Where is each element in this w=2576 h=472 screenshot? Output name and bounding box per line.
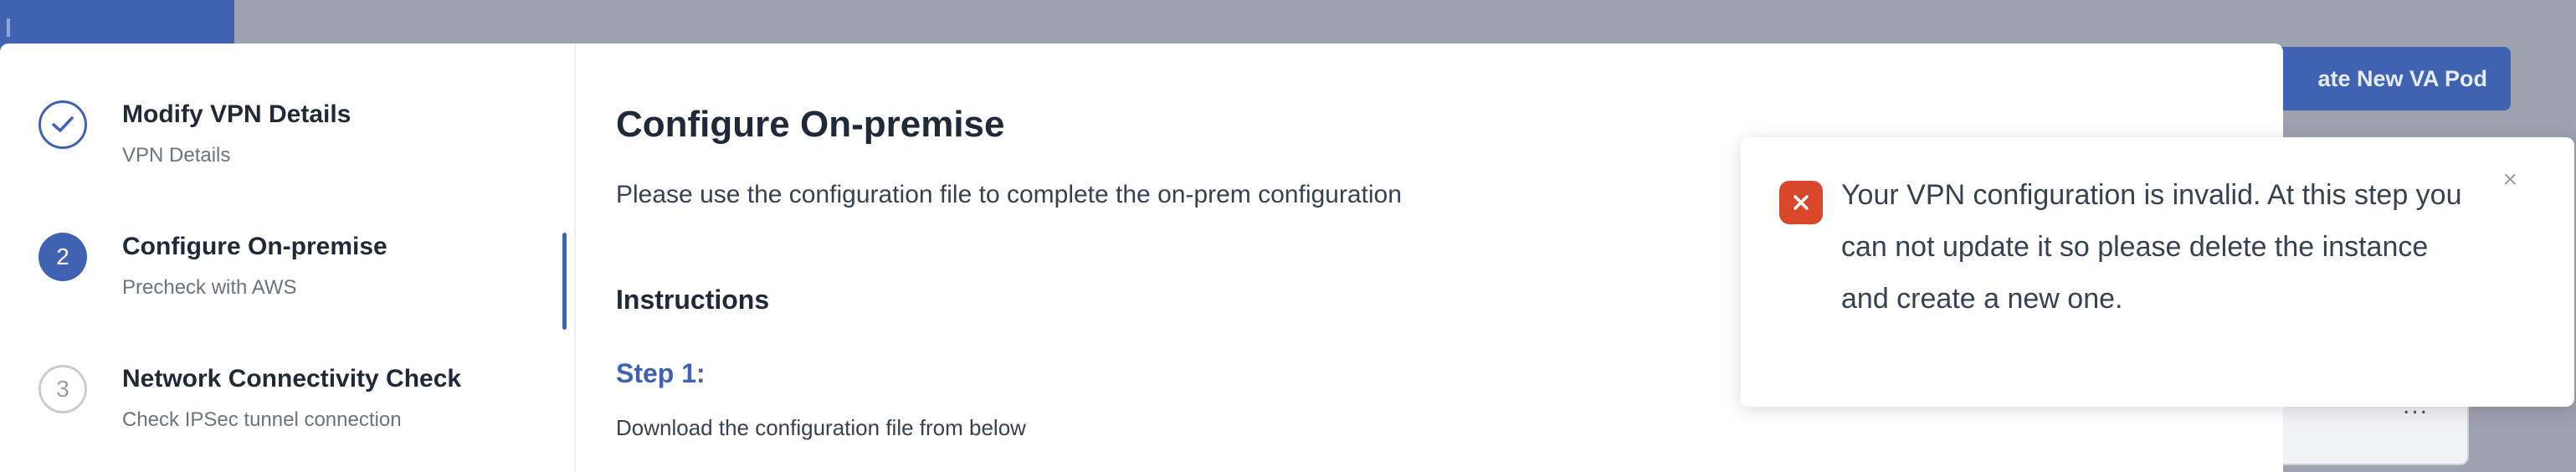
sidebar-glyph (7, 18, 10, 37)
step-modify-vpn-details[interactable]: Modify VPN Details VPN Details (38, 100, 351, 167)
step-heading: Step 1: (616, 358, 706, 388)
instructions-heading: Instructions (616, 285, 770, 315)
wizard-steps: Modify VPN Details VPN Details 2 Configu… (0, 44, 576, 472)
step-network-connectivity-check[interactable]: 3 Network Connectivity Check Check IPSec… (38, 365, 461, 432)
step-title: Network Connectivity Check (122, 365, 462, 392)
page-title: Configure On-premise (616, 104, 1005, 145)
step-title: Modify VPN Details (122, 100, 352, 128)
error-toast: Your VPN configuration is invalid. At th… (1741, 137, 2574, 407)
close-icon[interactable]: × (2502, 166, 2517, 194)
check-icon (38, 100, 87, 149)
step-detail: Download the configuration file from bel… (616, 415, 1026, 440)
step-subtitle: Check IPSec tunnel connection (122, 408, 402, 431)
create-va-pod-button[interactable]: ate New VA Pod (2260, 47, 2511, 110)
step-number-badge: 3 (38, 365, 87, 413)
step-subtitle: VPN Details (122, 144, 231, 167)
step-subtitle: Precheck with AWS (122, 276, 297, 299)
toast-message: Your VPN configuration is invalid. At th… (1841, 179, 2462, 315)
step-configure-on-premise[interactable]: 2 Configure On-premise Precheck with AWS (38, 233, 387, 300)
active-step-indicator (562, 233, 567, 330)
page-description: Please use the configuration file to com… (616, 181, 1402, 208)
step-title: Configure On-premise (122, 233, 387, 260)
error-x-icon (1779, 181, 1823, 224)
step-number-badge: 2 (38, 233, 87, 281)
